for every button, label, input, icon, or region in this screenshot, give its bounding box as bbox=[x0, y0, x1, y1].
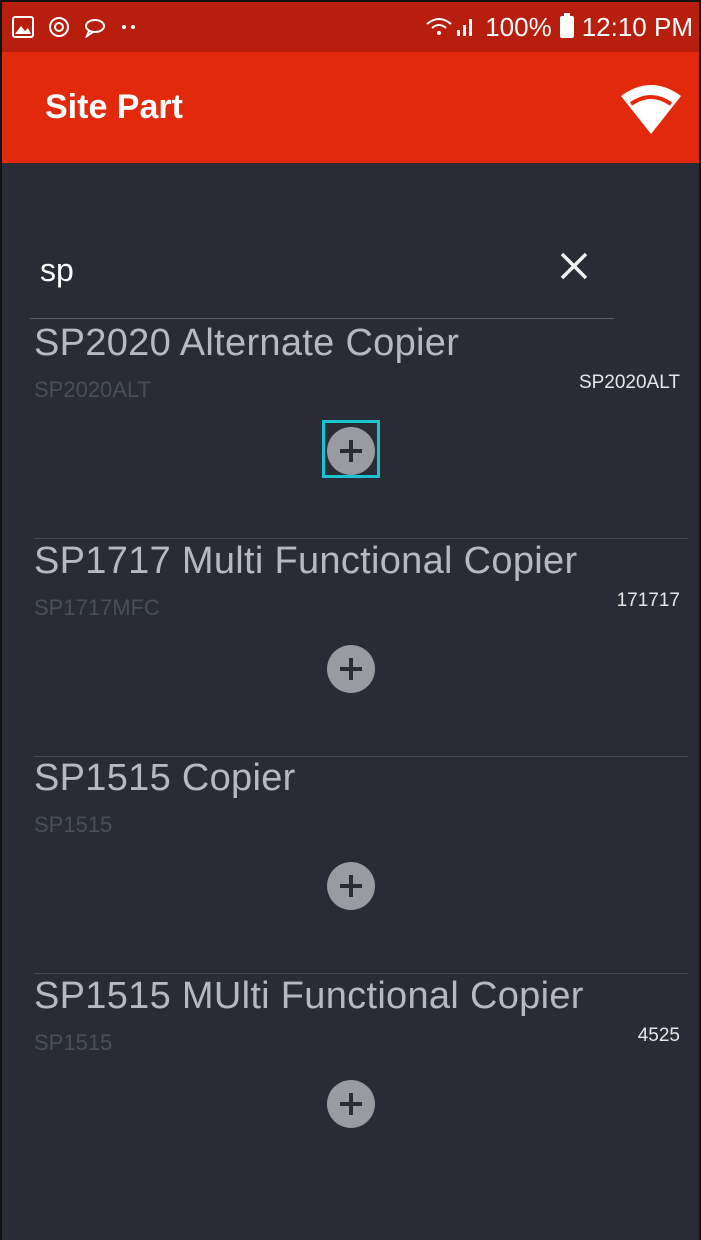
list-item[interactable]: SP1717 Multi Functional Copier SP1717MFC… bbox=[2, 540, 688, 757]
part-name: SP1515 MUlti Functional Copier bbox=[34, 975, 584, 1017]
app-bar: Site Part bbox=[2, 52, 699, 163]
status-time: 12:10 PM bbox=[581, 11, 693, 42]
battery-percent: 100% bbox=[485, 11, 552, 42]
divider bbox=[34, 538, 688, 539]
list-item[interactable]: SP1515 MUlti Functional Copier SP1515 45… bbox=[2, 975, 688, 1192]
search-input[interactable]: sp bbox=[40, 252, 74, 289]
wifi-icon[interactable] bbox=[619, 82, 683, 136]
add-button[interactable] bbox=[327, 862, 375, 910]
sync-icon bbox=[48, 16, 70, 38]
part-number: 4525 bbox=[637, 1025, 680, 1046]
plus-icon bbox=[340, 658, 362, 680]
part-name: SP1717 Multi Functional Copier bbox=[34, 540, 578, 582]
divider bbox=[34, 973, 688, 974]
plus-icon bbox=[340, 1093, 362, 1115]
part-name: SP1515 Copier bbox=[34, 757, 296, 799]
add-button[interactable] bbox=[327, 1080, 375, 1128]
focus-indicator bbox=[322, 420, 380, 478]
part-code: SP1717MFC bbox=[34, 595, 160, 620]
status-bar: 100% 12:10 PM bbox=[2, 2, 699, 52]
part-name: SP2020 Alternate Copier bbox=[34, 322, 460, 364]
part-number: SP2020ALT bbox=[578, 372, 680, 393]
search-field[interactable]: sp bbox=[30, 242, 614, 319]
part-number: 171717 bbox=[616, 590, 680, 611]
chat-bubble-icon bbox=[84, 16, 106, 38]
close-icon[interactable] bbox=[554, 246, 594, 286]
gallery-icon bbox=[12, 16, 34, 38]
page-title: Site Part bbox=[45, 88, 183, 126]
part-code: SP1515 bbox=[34, 812, 113, 837]
add-button[interactable] bbox=[327, 645, 375, 693]
plus-icon bbox=[340, 875, 362, 897]
part-code: SP2020ALT bbox=[34, 377, 152, 402]
list-item[interactable]: SP1515 Copier SP1515 bbox=[2, 757, 688, 974]
more-dots-icon bbox=[120, 23, 138, 31]
wifi-signal-icon bbox=[425, 16, 477, 38]
part-code: SP1515 bbox=[34, 1030, 113, 1055]
battery-icon bbox=[559, 13, 574, 38]
